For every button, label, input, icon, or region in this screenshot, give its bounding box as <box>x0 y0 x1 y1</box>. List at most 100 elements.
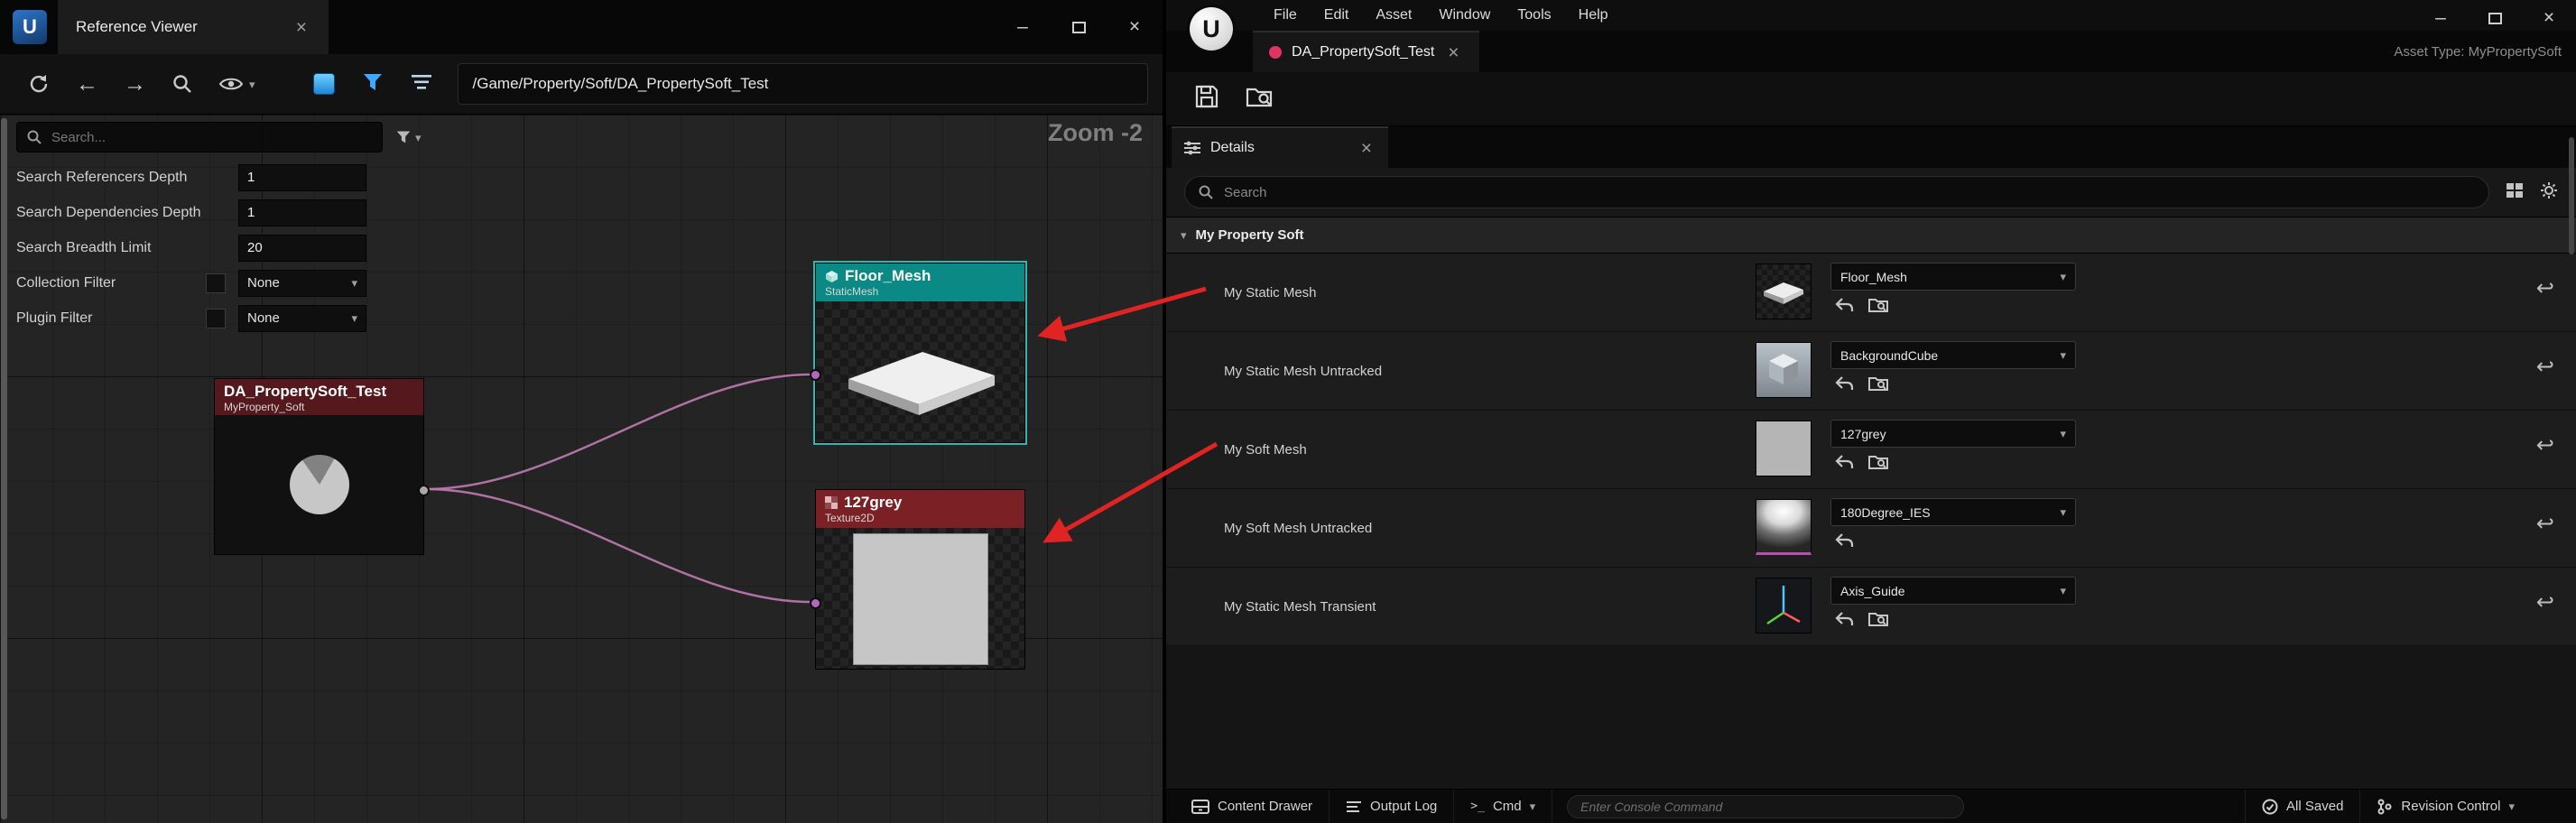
reset-to-default-icon[interactable]: ↩ <box>2536 356 2554 378</box>
console-command-input[interactable] <box>1567 795 1964 818</box>
background-cube-thumbnail[interactable] <box>1756 342 1812 398</box>
node-subtitle: MyProperty_Soft <box>224 401 414 413</box>
asset-combo-box[interactable]: 127grey ▾ <box>1830 420 2076 448</box>
find-path-button[interactable] <box>171 73 193 95</box>
node-title: 127grey <box>844 494 902 512</box>
chevron-down-icon: ▾ <box>351 277 357 289</box>
save-button[interactable] <box>1193 83 1220 115</box>
forward-icon: → <box>124 73 146 96</box>
dropdown-value: None <box>247 275 280 291</box>
filters-toggle[interactable] <box>362 72 384 97</box>
ies-profile-thumbnail[interactable] <box>1756 499 1812 555</box>
property-row-my-static-mesh-transient: My Static Mesh Transient Axis_Guide ▾ ↩ <box>1166 568 2576 646</box>
reference-viewer-titlebar: U Reference Viewer × – × <box>0 0 1163 54</box>
filter-options-toggle[interactable] <box>411 73 432 96</box>
search-filter-button[interactable]: ▾ <box>395 130 422 144</box>
close-button[interactable]: × <box>1107 0 1163 54</box>
browse-to-asset-icon <box>1868 375 1888 392</box>
back-button[interactable]: ← <box>76 73 98 96</box>
all-saved-icon <box>2262 799 2278 815</box>
close-icon[interactable]: × <box>1357 137 1376 160</box>
plugin-filter-dropdown[interactable]: None ▾ <box>238 305 366 332</box>
details-search-box[interactable] <box>1184 176 2489 208</box>
setting-label: Search Breadth Limit <box>16 240 238 256</box>
column-view-button[interactable] <box>2506 182 2524 203</box>
use-selected-asset-button[interactable] <box>1834 297 1854 318</box>
menu-tools[interactable]: Tools <box>1504 0 1564 31</box>
browse-to-asset-button[interactable] <box>1868 297 1888 318</box>
reset-to-default-icon[interactable]: ↩ <box>2536 592 2554 614</box>
forward-button[interactable]: → <box>124 73 146 96</box>
reset-to-default-icon[interactable]: ↩ <box>2536 278 2554 300</box>
details-scrollbar[interactable] <box>2569 137 2574 254</box>
tab-reference-viewer[interactable]: Reference Viewer × <box>58 0 329 54</box>
category-my-property-soft[interactable]: ▾ My Property Soft <box>1166 217 2576 254</box>
use-selected-asset-button[interactable] <box>1834 532 1854 553</box>
browse-to-asset-button[interactable] <box>1246 84 1274 114</box>
browse-to-asset-button[interactable] <box>1868 611 1888 632</box>
collection-filter-checkbox[interactable] <box>206 273 226 293</box>
menu-file[interactable]: File <box>1260 0 1311 31</box>
reset-to-default-icon[interactable]: ↩ <box>2536 435 2554 457</box>
use-selected-asset-icon <box>1834 375 1854 392</box>
asset-combo-box[interactable]: 180Degree_IES ▾ <box>1830 498 2076 526</box>
asset-combo-box[interactable]: Floor_Mesh ▾ <box>1830 263 2076 291</box>
node-da-propertysoft-test[interactable]: DA_PropertySoft_Test MyProperty_Soft <box>214 378 424 555</box>
graph-search-box[interactable] <box>16 122 383 153</box>
node-127grey[interactable]: 127grey Texture2D <box>815 489 1025 670</box>
unreal-logo-icon[interactable]: U <box>1190 7 1233 51</box>
grey-texture-thumbnail[interactable] <box>1756 421 1812 476</box>
filter-funnel-icon <box>395 130 412 144</box>
close-icon[interactable]: × <box>292 16 310 39</box>
refresh-button[interactable] <box>27 72 51 96</box>
use-selected-asset-button[interactable] <box>1834 454 1854 475</box>
all-saved-button[interactable]: All Saved <box>2245 790 2359 823</box>
floor-mesh-thumbnail[interactable] <box>1756 264 1812 319</box>
details-settings-button[interactable] <box>2540 181 2558 204</box>
details-search-input[interactable] <box>1222 184 2476 201</box>
browse-to-asset-button[interactable] <box>1868 375 1888 396</box>
collection-filter-dropdown[interactable]: None ▾ <box>238 270 366 297</box>
maximize-button[interactable] <box>1051 0 1107 54</box>
reset-to-default-icon[interactable]: ↩ <box>2536 513 2554 535</box>
graph-search-input[interactable] <box>50 129 373 146</box>
visibility-dropdown-button[interactable]: ▾ <box>218 76 255 92</box>
revision-control-button[interactable]: Revision Control ▾ <box>2359 790 2531 823</box>
menu-help[interactable]: Help <box>1565 0 1622 31</box>
node-title: DA_PropertySoft_Test <box>224 383 414 401</box>
referencers-depth-input[interactable] <box>238 164 366 191</box>
tab-details[interactable]: Details × <box>1172 126 1388 168</box>
content-drawer-button[interactable]: Content Drawer <box>1175 790 1330 823</box>
minimize-button[interactable]: – <box>995 0 1051 54</box>
output-log-button[interactable]: Output Log <box>1330 790 1454 823</box>
close-icon[interactable]: × <box>1444 42 1462 64</box>
status-bar: Content Drawer Output Log >_ Cmd ▾ All S… <box>1166 789 2576 823</box>
menu-edit[interactable]: Edit <box>1311 0 1363 31</box>
menu-asset[interactable]: Asset <box>1362 0 1425 31</box>
zoom-level-label: Zoom -2 <box>1048 119 1143 147</box>
node-header: DA_PropertySoft_Test MyProperty_Soft <box>215 379 423 415</box>
asset-combo-box[interactable]: BackgroundCube ▾ <box>1830 341 2076 369</box>
tab-da-propertysoft-test[interactable]: DA_PropertySoft_Test × <box>1253 31 1479 72</box>
dependencies-depth-input[interactable] <box>238 199 366 227</box>
browse-to-asset-button[interactable] <box>1868 454 1888 475</box>
menu-window[interactable]: Window <box>1425 0 1504 31</box>
search-icon <box>1198 184 1214 200</box>
asset-path-text: /Game/Property/Soft/DA_PropertySoft_Test <box>473 75 769 93</box>
use-selected-asset-button[interactable] <box>1834 375 1854 396</box>
use-selected-asset-button[interactable] <box>1834 611 1854 632</box>
asset-path-field[interactable]: /Game/Property/Soft/DA_PropertySoft_Test <box>458 63 1148 105</box>
node-thumbnail-area <box>816 301 1024 442</box>
graph-scrollbar[interactable] <box>1 118 7 819</box>
property-row-my-static-mesh: My Static Mesh Floor_Mesh ▾ ↩ <box>1166 254 2576 332</box>
node-floor-mesh[interactable]: Floor_Mesh StaticMesh <box>815 263 1025 443</box>
breadth-limit-input[interactable] <box>238 235 366 262</box>
plugin-filter-checkbox[interactable] <box>206 309 226 328</box>
axis-guide-thumbnail[interactable] <box>1756 578 1812 633</box>
show-duplicates-toggle[interactable] <box>313 73 335 95</box>
asset-combo-box[interactable]: Axis_Guide ▾ <box>1830 577 2076 605</box>
data-asset-pie-thumbnail <box>290 455 349 514</box>
graph-canvas[interactable]: Zoom -2 DA_PropertySoft_Test MyProperty_… <box>0 115 1163 823</box>
use-selected-asset-icon <box>1834 454 1854 470</box>
cmd-dropdown[interactable]: >_ Cmd ▾ <box>1454 790 1552 823</box>
